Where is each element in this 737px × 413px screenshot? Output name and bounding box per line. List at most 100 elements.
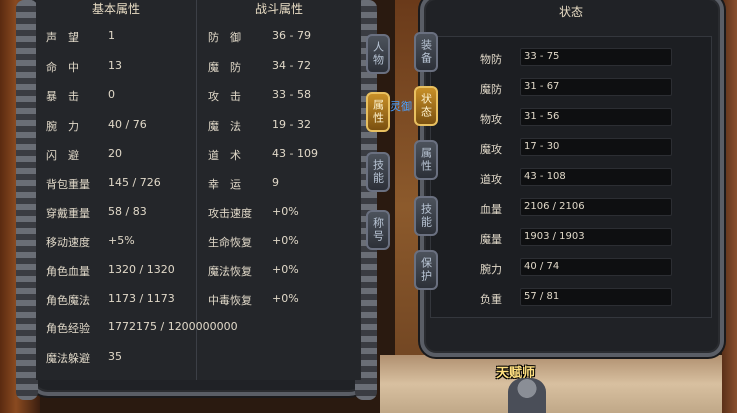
row-label: 暴 击 — [46, 90, 79, 103]
tab-label: 技能 — [419, 203, 433, 229]
row-label: 防 御 — [208, 31, 241, 44]
tab-equipment[interactable]: 装备 — [414, 32, 438, 72]
tab-skills[interactable]: 技能 — [366, 152, 390, 192]
row-label: 闪 避 — [46, 149, 79, 162]
row-label: 中毒恢复 — [208, 294, 252, 307]
status-label: 物攻 — [480, 113, 502, 126]
basic-row: 闪 避 20 — [46, 147, 122, 163]
tab-label: 技能 — [371, 159, 385, 185]
row-value: 36 - 79 — [272, 29, 311, 42]
status-label: 魔攻 — [480, 143, 502, 156]
row-label: 穿戴重量 — [46, 207, 90, 220]
row-label: 角色经验 — [46, 322, 90, 335]
basic-row: 命 中 13 — [46, 59, 122, 75]
row-label: 背包重量 — [46, 178, 90, 191]
tab-character[interactable]: 人物 — [366, 34, 390, 74]
row-label: 魔法恢复 — [208, 265, 252, 278]
row-label: 角色魔法 — [46, 294, 90, 307]
status-label: 物防 — [480, 53, 502, 66]
basic-row: 角色血量 1320 / 1320 — [46, 263, 175, 279]
basic-row: 腕 力 40 / 76 — [46, 118, 147, 134]
row-value: 40 / 76 — [108, 118, 147, 131]
combat-row: 中毒恢复 +0% — [208, 292, 299, 308]
status-value-box: 40 / 74 — [520, 258, 672, 276]
basic-row: 暴 击 0 — [46, 88, 115, 104]
row-value: 20 — [108, 147, 122, 160]
status-value-box: 17 - 30 — [520, 138, 672, 156]
row-value: 35 — [108, 350, 122, 363]
row-value: 1 — [108, 29, 115, 42]
status-value-box: 31 - 56 — [520, 108, 672, 126]
status-label: 血量 — [480, 203, 502, 216]
combat-row: 魔 防 34 - 72 — [208, 59, 311, 75]
status-value-box: 57 / 81 — [520, 288, 672, 306]
status-label: 腕力 — [480, 263, 502, 276]
tab-protect[interactable]: 保护 — [414, 250, 438, 290]
combat-row: 攻击速度 +0% — [208, 205, 299, 221]
row-label: 魔法躲避 — [46, 352, 90, 365]
tab-label: 状态 — [419, 93, 433, 119]
row-value: 33 - 58 — [272, 88, 311, 101]
row-label: 生命恢复 — [208, 236, 252, 249]
row-value: +0% — [272, 205, 299, 218]
status-value-box: 33 - 75 — [520, 48, 672, 66]
row-value: 1173 / 1173 — [108, 292, 175, 305]
row-value: 13 — [108, 59, 122, 72]
combat-row: 魔 法 19 - 32 — [208, 118, 311, 134]
scene-floor — [380, 355, 737, 413]
basic-row: 移动速度 +5% — [46, 234, 135, 250]
row-label: 幸 运 — [208, 178, 241, 191]
combat-attributes-header: 战斗属性 — [254, 2, 303, 16]
row-label: 道 术 — [208, 149, 241, 162]
status-label: 魔量 — [480, 233, 502, 246]
row-label: 角色血量 — [46, 265, 90, 278]
combat-row: 道 术 43 - 109 — [208, 147, 318, 163]
status-value-box: 43 - 108 — [520, 168, 672, 186]
basic-row: 角色魔法 1173 / 1173 — [46, 292, 175, 308]
basic-row: 魔法躲避 35 — [46, 350, 122, 366]
combat-row: 攻 击 33 - 58 — [208, 88, 311, 104]
row-value: +0% — [272, 263, 299, 276]
row-value: 58 / 83 — [108, 205, 147, 218]
npc-character[interactable] — [508, 378, 546, 413]
row-value: 145 / 726 — [108, 176, 161, 189]
row-value: +5% — [108, 234, 135, 247]
status-label: 道攻 — [480, 173, 502, 186]
row-value: 34 - 72 — [272, 59, 311, 72]
row-label: 攻击速度 — [208, 207, 252, 220]
status-label: 魔防 — [480, 83, 502, 96]
tab-skills-right[interactable]: 技能 — [414, 196, 438, 236]
tab-attributes-right[interactable]: 属性 — [414, 140, 438, 180]
status-panel-title: 状态 — [558, 5, 583, 19]
basic-row: 声 望 1 — [46, 29, 115, 45]
row-value: 19 - 32 — [272, 118, 311, 131]
tab-label: 保护 — [419, 257, 433, 283]
row-value: 1320 / 1320 — [108, 263, 175, 276]
status-value-box: 1903 / 1903 — [520, 228, 672, 246]
left-dragon-ornament — [16, 0, 38, 400]
tab-label: 属性 — [371, 99, 385, 125]
basic-row: 角色经验 1772175 / 1200000000 — [46, 320, 238, 336]
row-label: 魔 防 — [208, 61, 241, 74]
row-value: 1772175 / 1200000000 — [108, 320, 238, 333]
tab-title[interactable]: 称号 — [366, 210, 390, 250]
row-label: 声 望 — [46, 31, 79, 44]
scene-blue-text: 灵御 — [390, 100, 412, 113]
tab-label: 装备 — [419, 39, 433, 65]
row-label: 命 中 — [46, 61, 79, 74]
row-value: 9 — [272, 176, 279, 189]
row-label: 腕 力 — [46, 120, 79, 133]
combat-row: 魔法恢复 +0% — [208, 263, 299, 279]
basic-row: 穿戴重量 58 / 83 — [46, 205, 147, 221]
row-value: 43 - 109 — [272, 147, 318, 160]
basic-row: 背包重量 145 / 726 — [46, 176, 161, 192]
row-label: 魔 法 — [208, 120, 241, 133]
row-value: +0% — [272, 292, 299, 305]
row-label: 移动速度 — [46, 236, 90, 249]
tab-label: 人物 — [371, 41, 385, 67]
status-label: 负重 — [480, 293, 502, 306]
tab-status[interactable]: 状态 — [414, 86, 438, 126]
tab-attributes[interactable]: 属性 — [366, 92, 390, 132]
combat-row: 防 御 36 - 79 — [208, 29, 311, 45]
status-value-box: 31 - 67 — [520, 78, 672, 96]
